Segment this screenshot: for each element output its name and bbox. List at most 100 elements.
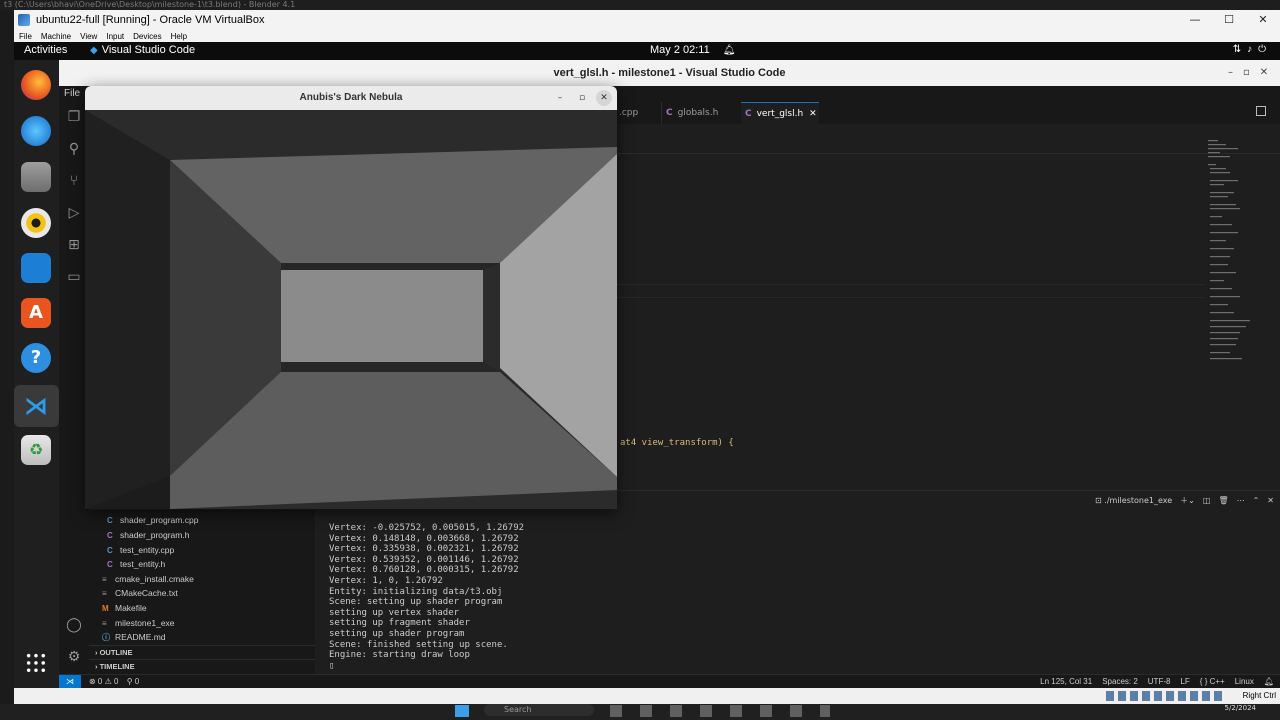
minimap[interactable]: [1204, 130, 1264, 370]
file-test-entity-h[interactable]: Ctest_entity.h: [107, 559, 165, 569]
game-minimize-button[interactable]: –: [552, 90, 568, 106]
timeline-section[interactable]: › TIMELINE: [95, 662, 135, 671]
vbox-menu-help[interactable]: Help: [171, 32, 187, 41]
explorer-icon[interactable]: ❐: [65, 108, 83, 126]
taskbar-search[interactable]: Search: [484, 704, 594, 716]
vbox-menu-input[interactable]: Input: [106, 32, 124, 41]
ports-indicator[interactable]: ⚲ 0: [127, 677, 140, 686]
firefox-icon[interactable]: [21, 70, 51, 100]
close-button[interactable]: ✕: [1246, 10, 1280, 30]
game-titlebar[interactable]: Anubis's Dark Nebula – ▫ ✕: [85, 86, 617, 110]
vbox-menu-file[interactable]: File: [19, 32, 32, 41]
system-tray[interactable]: ⇅♪⏻: [1233, 44, 1272, 55]
close-panel-icon[interactable]: ✕: [1267, 496, 1274, 505]
trash-terminal-icon[interactable]: 🗑︎: [1218, 496, 1228, 505]
terminal-line: Vertex: 0.760128, 0.000315, 1.26792: [329, 565, 519, 576]
tab-globals-h[interactable]: Cglobals.h: [661, 102, 741, 124]
c-file-icon: C: [107, 546, 113, 555]
eol[interactable]: LF: [1180, 675, 1189, 688]
terminal-line: Vertex: 0.335938, 0.002321, 1.26792: [329, 544, 519, 555]
game-maximize-button[interactable]: ▫: [574, 90, 590, 106]
maximize-panel-icon[interactable]: ⌃: [1253, 496, 1260, 505]
rhythmbox-icon[interactable]: [21, 208, 51, 238]
file-shader-program-h[interactable]: Cshader_program.h: [107, 530, 189, 540]
thunderbird-icon[interactable]: [21, 116, 51, 146]
file-cmake-install[interactable]: ≡ cmake_install.cmake: [102, 574, 194, 584]
vbox-menu-machine[interactable]: Machine: [41, 32, 71, 41]
text-file-icon: ≡: [102, 589, 107, 598]
file-makefile[interactable]: M Makefile: [102, 603, 147, 613]
vscode-small-icon: ◆: [90, 44, 98, 56]
file-cmakecache[interactable]: ≡ CMakeCache.txt: [102, 588, 178, 598]
tab-cpp[interactable]: .cpp: [617, 102, 661, 124]
outline-section[interactable]: › OUTLINE: [95, 648, 133, 657]
code-line[interactable]: at4 view_transform) {: [620, 438, 734, 448]
split-editor-icon[interactable]: [1256, 106, 1266, 116]
terminal-tab[interactable]: ⊡ ./milestone1_exe: [1095, 496, 1172, 505]
bell-icon: 🔔︎: [722, 45, 736, 56]
help-icon[interactable]: ?: [21, 343, 51, 373]
file-label: milestone1_exe: [115, 618, 175, 628]
split-terminal-icon[interactable]: ◫: [1203, 496, 1211, 505]
activities-button[interactable]: Activities: [24, 44, 67, 56]
rendered-3d-corridor[interactable]: [85, 110, 617, 509]
vscode-menu-file[interactable]: File: [64, 88, 80, 99]
file-label: CMakeCache.txt: [115, 588, 178, 598]
taskbar-app-icons[interactable]: [610, 705, 830, 717]
cursor-position[interactable]: Ln 125, Col 31: [1040, 675, 1092, 688]
run-debug-icon[interactable]: ▷: [65, 204, 83, 222]
file-label: test_entity.cpp: [120, 545, 175, 555]
more-actions-icon[interactable]: ⋯: [1237, 496, 1245, 505]
account-icon[interactable]: ◯: [65, 616, 83, 634]
platform[interactable]: Linux: [1235, 675, 1254, 688]
new-terminal-icon[interactable]: ＋⌄: [1180, 495, 1195, 506]
terminal-name: ./milestone1_exe: [1104, 496, 1173, 505]
app-menu[interactable]: ◆ Visual Studio Code: [90, 44, 195, 56]
clock[interactable]: May 2 02:11 🔔︎: [650, 44, 736, 56]
terminal-line: Entity: initializing data/t3.obj: [329, 586, 503, 597]
vscode-window-controls[interactable]: –▫✕: [1228, 60, 1280, 86]
encoding[interactable]: UTF-8: [1148, 675, 1171, 688]
terminal-line: Scene: setting up shader program: [329, 597, 503, 608]
file-label: cmake_install.cmake: [115, 574, 194, 584]
vbox-device-icons[interactable]: [1106, 691, 1226, 701]
source-control-icon[interactable]: ⑂: [65, 172, 83, 190]
explorer-sidebar: Cshader_program.cpp Cshader_program.h Ct…: [89, 510, 315, 674]
terminal-line: setting up vertex shader: [329, 607, 460, 618]
host-key-label: Right Ctrl: [1242, 691, 1276, 700]
file-milestone1-exe[interactable]: ≡ milestone1_exe: [102, 618, 175, 628]
extensions-icon[interactable]: ⊞: [65, 236, 83, 254]
remote-indicator[interactable]: ⋊: [59, 675, 81, 689]
game-close-button[interactable]: ✕: [596, 90, 612, 106]
game-window[interactable]: Anubis's Dark Nebula – ▫ ✕: [85, 86, 617, 509]
chevron-right-icon: ›: [95, 662, 98, 671]
problems-indicator[interactable]: ⊗ 0 ⚠ 0: [89, 677, 118, 686]
app-center-icon[interactable]: A: [21, 298, 51, 328]
maximize-button[interactable]: ☐: [1212, 10, 1246, 30]
minimize-button[interactable]: —: [1178, 10, 1212, 30]
trash-icon[interactable]: ♻: [21, 435, 51, 465]
tab-vert-glsl-h[interactable]: Cvert_glsl.h ✕: [741, 102, 819, 124]
indentation[interactable]: Spaces: 2: [1102, 675, 1138, 688]
file-readme[interactable]: ⓘ README.md: [102, 632, 166, 643]
vbox-titlebar: ubuntu22-full [Running] - Oracle VM Virt…: [14, 10, 1280, 30]
vbox-menu-devices[interactable]: Devices: [133, 32, 161, 41]
file-shader-program-cpp[interactable]: Cshader_program.cpp: [107, 515, 198, 525]
settings-gear-icon[interactable]: ⚙: [65, 648, 83, 666]
writer-icon[interactable]: [21, 253, 51, 283]
show-apps-icon[interactable]: [25, 652, 47, 674]
language-mode[interactable]: { } C++: [1200, 675, 1225, 688]
app-menu-label: Visual Studio Code: [101, 44, 196, 56]
chevron-right-icon: ›: [95, 648, 98, 657]
remote-explorer-icon[interactable]: ▭: [65, 268, 83, 286]
search-icon[interactable]: ⚲: [65, 140, 83, 158]
close-tab-icon[interactable]: ✕: [809, 109, 817, 119]
terminal-output[interactable]: Vertex: -0.025752, 0.005015, 1.26792 Vert…: [329, 523, 524, 671]
files-icon[interactable]: [21, 162, 51, 192]
file-test-entity-cpp[interactable]: Ctest_entity.cpp: [107, 545, 174, 555]
vscode-icon[interactable]: ⋊: [21, 391, 51, 421]
start-icon[interactable]: [455, 705, 469, 717]
notifications-icon[interactable]: 🔔︎: [1264, 675, 1274, 688]
panel-toolbar: ⊡ ./milestone1_exe ＋⌄ ◫ 🗑︎ ⋯ ⌃ ✕: [1095, 495, 1274, 506]
vbox-menu-view[interactable]: View: [80, 32, 97, 41]
